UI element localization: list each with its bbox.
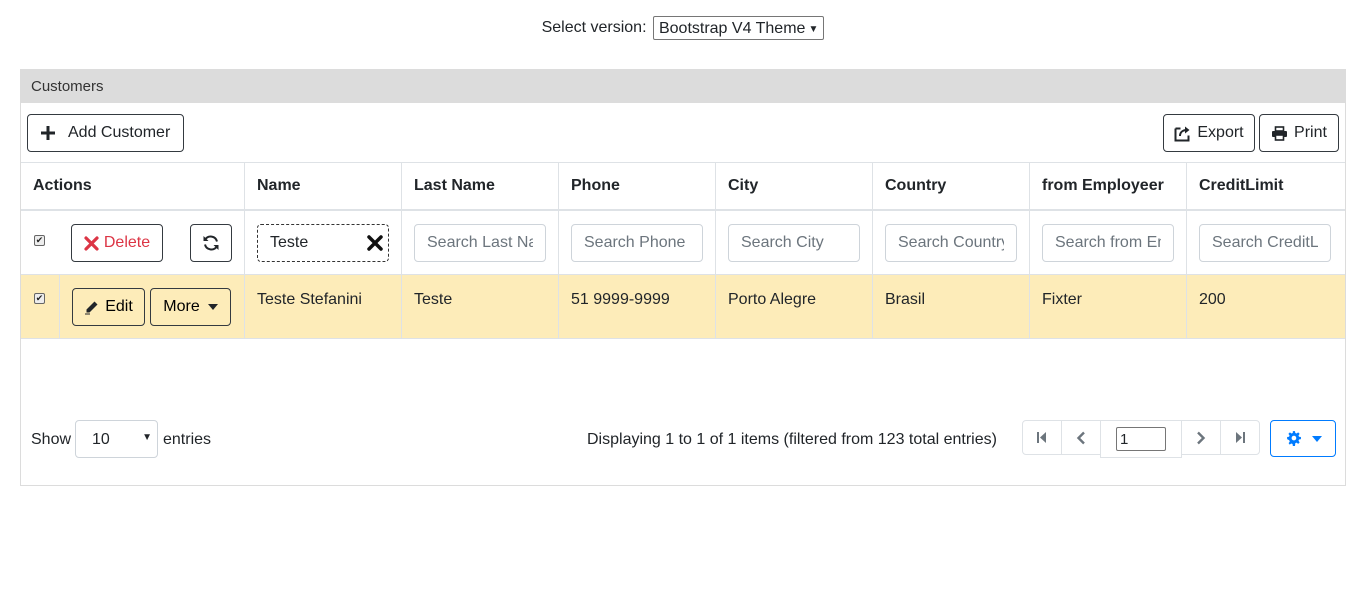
name-filter-value: Teste: [270, 233, 309, 251]
chevron-left-icon: [1076, 431, 1085, 444]
add-customer-label: Add Customer: [68, 124, 171, 141]
name-filter-input[interactable]: Teste: [257, 223, 389, 262]
pagination-info: Displaying 1 to 1 of 1 items (filtered f…: [587, 431, 997, 448]
country-search-input[interactable]: [885, 223, 1017, 262]
delete-button[interactable]: Delete: [71, 224, 163, 262]
phone-search-input[interactable]: [571, 223, 703, 262]
filter-actions-cell: ✔ Delete: [21, 211, 244, 274]
row-actions-cell: Edit More: [59, 275, 244, 338]
first-page-button[interactable]: [1022, 420, 1062, 455]
chevron-right-icon: [1197, 431, 1206, 444]
more-dropdown-button[interactable]: More: [150, 288, 231, 326]
column-header-country[interactable]: Country: [872, 163, 1029, 209]
add-customer-button[interactable]: Add Customer: [27, 114, 184, 152]
first-page-icon: [1037, 432, 1046, 443]
export-label: Export: [1197, 124, 1244, 141]
filter-row: ✔ Delete Teste: [21, 211, 1345, 275]
gear-icon: [1286, 431, 1301, 446]
column-header-credit-limit[interactable]: CreditLimit: [1186, 163, 1345, 209]
column-header-last-name[interactable]: Last Name: [401, 163, 558, 209]
card-title: Customers: [21, 70, 1345, 103]
prev-page-button[interactable]: [1061, 420, 1101, 455]
export-button[interactable]: Export: [1163, 114, 1255, 152]
row-select-cell: ✔: [21, 275, 59, 338]
employer-search-input[interactable]: [1042, 223, 1174, 262]
table-row[interactable]: ✔ Edit More Teste Stefanini Teste 51 999…: [21, 275, 1345, 339]
more-label: More: [163, 298, 200, 315]
filter-employer-cell: [1029, 211, 1186, 274]
clear-filter-icon[interactable]: [366, 234, 384, 252]
caret-down-icon: ▼: [808, 24, 819, 35]
last-page-button[interactable]: [1220, 420, 1260, 455]
column-header-employer[interactable]: from Employeer: [1029, 163, 1186, 209]
last-name-search-input[interactable]: [414, 223, 546, 262]
city-search-input[interactable]: [728, 223, 860, 262]
version-label: Select version:: [541, 19, 647, 36]
cell-name: Teste Stefanini: [244, 275, 401, 338]
refresh-button[interactable]: [190, 224, 232, 262]
grid-footer: Show 10 ▼ entries Displaying 1 to 1 of 1…: [21, 420, 1345, 460]
filter-phone-cell: [558, 211, 715, 274]
caret-down-icon: [1311, 435, 1322, 442]
filter-city-cell: [715, 211, 872, 274]
refresh-icon: [203, 235, 219, 251]
pagination: 1: [1022, 420, 1260, 458]
filter-country-cell: [872, 211, 1029, 274]
entries-label: entries: [163, 431, 212, 448]
column-header-name[interactable]: Name: [244, 163, 401, 209]
next-page-button[interactable]: [1181, 420, 1221, 455]
page-input-wrapper: 1: [1100, 420, 1182, 458]
version-select-value: Bootstrap V4 Theme: [658, 20, 806, 37]
column-header-phone[interactable]: Phone: [558, 163, 715, 209]
filter-name-cell: Teste: [244, 211, 401, 274]
row-checkbox[interactable]: ✔: [34, 293, 45, 304]
print-button[interactable]: Print: [1259, 114, 1339, 152]
credit-limit-search-input[interactable]: [1199, 223, 1331, 262]
pencil-icon: [85, 301, 98, 314]
caret-down-icon: ▼: [142, 432, 152, 443]
page-size-value: 10: [92, 431, 110, 448]
version-selector-bar: Select version: Bootstrap V4 Theme ▼: [0, 16, 1366, 40]
show-label: Show: [31, 431, 72, 448]
print-label: Print: [1294, 124, 1327, 141]
caret-down-icon: [207, 304, 218, 310]
last-page-icon: [1236, 432, 1245, 443]
column-header-actions: Actions: [33, 177, 92, 194]
edit-label: Edit: [105, 298, 133, 315]
page-size-select[interactable]: 10 ▼: [75, 420, 158, 458]
select-all-checkbox[interactable]: ✔: [34, 235, 45, 246]
version-select[interactable]: Bootstrap V4 Theme ▼: [652, 16, 825, 40]
cell-phone: 51 9999-9999: [558, 275, 715, 338]
filter-last-name-cell: [401, 211, 558, 274]
settings-dropdown-button[interactable]: [1270, 420, 1336, 457]
delete-label: Delete: [103, 234, 151, 251]
cell-city: Porto Alegre: [715, 275, 872, 338]
printer-icon: [1272, 125, 1288, 141]
table-header-row: Actions Name Last Name Phone City Countr…: [21, 162, 1345, 211]
cell-last-name: Teste: [401, 275, 558, 338]
export-icon: [1174, 126, 1190, 141]
plus-icon: [41, 126, 55, 140]
filter-credit-cell: [1186, 211, 1345, 274]
edit-button[interactable]: Edit: [72, 288, 145, 326]
customers-card: Customers Add Customer Export Print Acti…: [20, 69, 1346, 486]
cell-country: Brasil: [872, 275, 1029, 338]
page-number-input[interactable]: 1: [1116, 427, 1166, 451]
close-icon: [84, 235, 99, 251]
cell-employer: Fixter: [1029, 275, 1186, 338]
cell-credit-limit: 200: [1186, 275, 1345, 338]
column-header-city[interactable]: City: [715, 163, 872, 209]
